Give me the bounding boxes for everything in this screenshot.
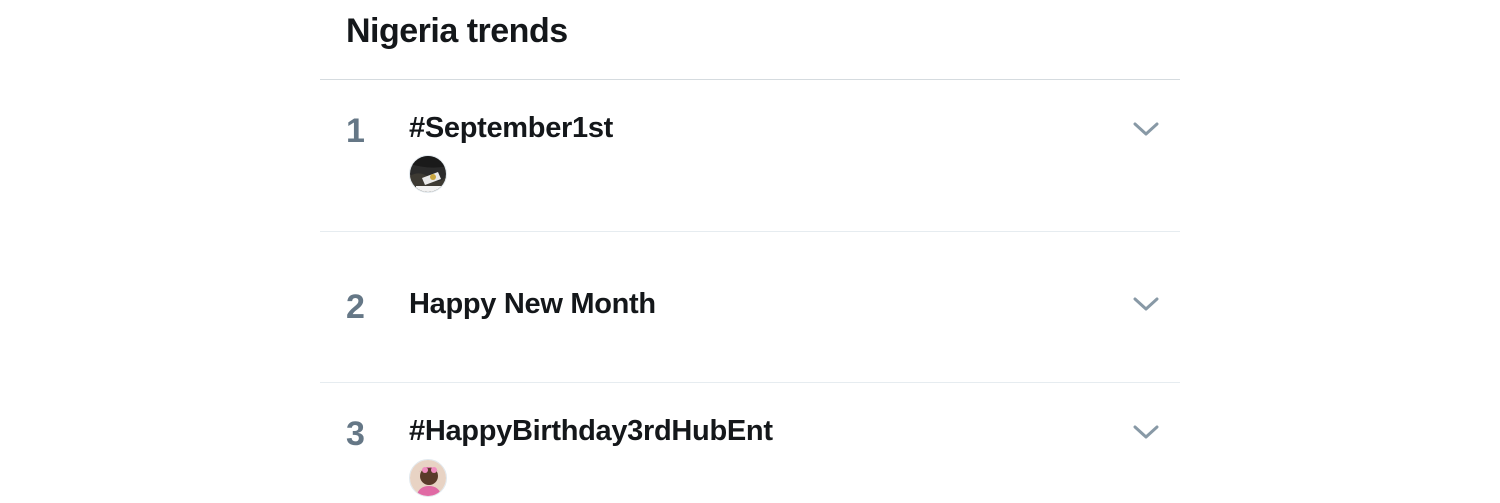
user-avatar[interactable] (409, 459, 447, 497)
trend-rank: 2 (346, 288, 365, 326)
trend-item[interactable]: 2 Happy New Month (320, 232, 1180, 383)
trend-rank: 1 (346, 112, 365, 150)
trend-name[interactable]: Happy New Month (409, 288, 656, 321)
trends-header: Nigeria trends (320, 0, 1180, 80)
trend-item[interactable]: 1 #September1st (320, 80, 1180, 232)
trend-name[interactable]: #HappyBirthday3rdHubEnt (409, 415, 773, 448)
trend-item[interactable]: 3 #HappyBirthday3rdHubEnt (320, 383, 1180, 503)
trends-panel: Nigeria trends 1 #September1st 2 Happy N… (320, 0, 1180, 500)
page-title: Nigeria trends (346, 12, 568, 50)
trend-name[interactable]: #September1st (409, 112, 613, 145)
chevron-down-icon[interactable] (1132, 296, 1160, 314)
chevron-down-icon[interactable] (1132, 121, 1160, 139)
trend-rank: 3 (346, 415, 365, 453)
chevron-down-icon[interactable] (1132, 424, 1160, 442)
user-avatar[interactable] (409, 155, 447, 193)
